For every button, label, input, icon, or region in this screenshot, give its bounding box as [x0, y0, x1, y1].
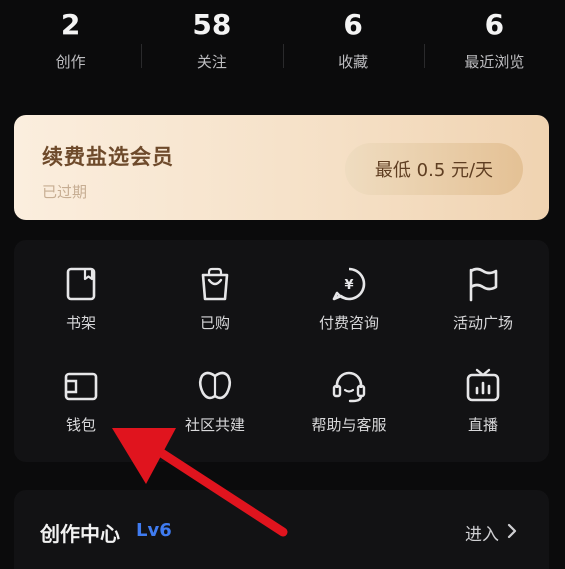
- grid-label: 书架: [65, 314, 96, 332]
- shopping-bag-icon: [201, 267, 229, 301]
- grid-label: 帮助与客服: [311, 416, 387, 434]
- grid-item-activity-square[interactable]: 活动广场: [416, 264, 550, 333]
- grid-label: 直播: [467, 416, 498, 434]
- stat-label: 最近浏览: [464, 53, 525, 71]
- stat-creations[interactable]: 2 创作: [0, 0, 141, 86]
- grid-item-community[interactable]: 社区共建: [148, 366, 282, 435]
- vip-renew-banner[interactable]: 续费盐选会员 已过期 最低 0.5 元/天: [14, 115, 549, 220]
- creator-enter-link[interactable]: 进入: [465, 520, 499, 545]
- stat-recent[interactable]: 6 最近浏览: [423, 0, 565, 86]
- stat-label: 创作: [55, 53, 86, 71]
- creator-center-title: 创作中心: [40, 522, 120, 546]
- stat-value: 6: [484, 8, 505, 41]
- creator-center-row[interactable]: 创作中心 Lv6 进入: [14, 490, 549, 569]
- profile-page: 2 创作 58 关注 6 收藏 6 最近浏览 续费盐选会员 已过期 最低 0.5…: [0, 0, 565, 569]
- live-tv-icon: [466, 368, 500, 402]
- grid-label: 钱包: [65, 416, 96, 434]
- grid-label: 社区共建: [184, 416, 245, 434]
- grid-item-live[interactable]: 直播: [416, 366, 550, 435]
- grid-item-paid-consult[interactable]: ¥ 付费咨询: [282, 264, 416, 333]
- stat-label: 收藏: [338, 53, 369, 71]
- stat-value: 58: [192, 8, 232, 41]
- svg-text:¥: ¥: [344, 278, 353, 293]
- bookshelf-icon: [66, 267, 96, 301]
- stat-favorites[interactable]: 6 收藏: [282, 0, 424, 86]
- grid-item-help-service[interactable]: 帮助与客服: [282, 366, 416, 435]
- creator-level-badge: Lv6: [136, 520, 172, 541]
- vip-price-button[interactable]: 最低 0.5 元/天: [345, 143, 523, 195]
- feature-grid: 书架 已购 ¥ 付费咨询 活动广场 钱包 社区共建 帮助与客服 直播: [14, 240, 549, 462]
- vip-status: 已过期: [42, 183, 88, 201]
- grid-label: 已购: [199, 314, 230, 332]
- stats-row: 2 创作 58 关注 6 收藏 6 最近浏览: [0, 0, 565, 86]
- stat-label: 关注: [196, 53, 227, 71]
- grid-label: 活动广场: [452, 314, 513, 332]
- stat-value: 2: [60, 8, 81, 41]
- flag-icon: [469, 267, 498, 302]
- headset-icon: [332, 371, 366, 403]
- community-icon: [198, 371, 232, 400]
- vip-title: 续费盐选会员: [42, 145, 174, 169]
- grid-label: 付费咨询: [318, 314, 379, 332]
- stat-following[interactable]: 58 关注: [141, 0, 282, 86]
- stat-value: 6: [343, 8, 363, 41]
- grid-item-wallet[interactable]: 钱包: [14, 366, 148, 435]
- grid-item-purchased[interactable]: 已购: [148, 264, 282, 333]
- grid-item-bookshelf[interactable]: 书架: [14, 264, 148, 333]
- chevron-right-icon: [507, 523, 517, 539]
- wallet-icon: [64, 372, 98, 401]
- paid-consult-icon: ¥: [332, 267, 366, 301]
